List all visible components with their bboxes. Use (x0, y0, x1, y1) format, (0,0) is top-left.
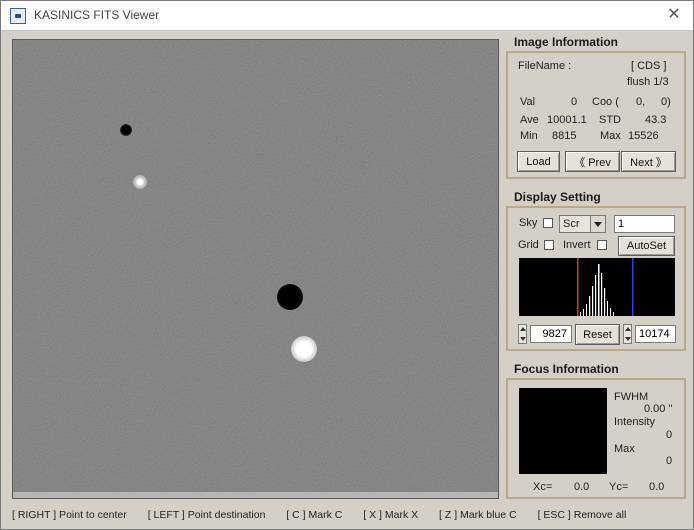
histogram-bar (601, 273, 603, 316)
low-value-input[interactable] (530, 325, 572, 343)
val-label: Val (520, 96, 536, 108)
filename-label: FileName : (518, 60, 572, 72)
histogram-bar (595, 275, 597, 316)
panel-title: Focus Information (514, 362, 619, 376)
frame-value: flush 1/3 (627, 76, 669, 88)
histogram-bar (607, 301, 608, 316)
histogram-bar (586, 304, 587, 316)
bright-star (291, 336, 317, 362)
title-bar: KASINICS FITS Viewer ✕ (1, 1, 693, 31)
hint-key-esc: [ ESC ] Remove all (537, 509, 627, 521)
xc-label: Xc= (533, 481, 553, 493)
histogram-bar (580, 312, 581, 316)
dropdown-arrow-icon (590, 216, 605, 232)
min-value: 8815 (552, 130, 577, 142)
prev-button[interactable]: 《 Prev (565, 151, 620, 172)
histogram-low-marker[interactable] (577, 258, 579, 316)
hint-key-x: [ X ] Mark X (363, 509, 419, 521)
image-noise-texture (13, 40, 498, 498)
max-value: 0 (666, 455, 673, 467)
dark-spot (277, 284, 303, 310)
close-icon[interactable]: ✕ (663, 4, 685, 26)
scale-select[interactable]: Scr (559, 215, 606, 233)
hint-left-click: [ LEFT ] Point destination (147, 509, 266, 521)
scale-select-value: Scr (563, 218, 580, 230)
window-title: KASINICS FITS Viewer (34, 8, 160, 22)
image-information-panel: Image Information FileName : [ CDS ] flu… (506, 35, 686, 179)
sky-checkbox[interactable] (543, 218, 553, 228)
intensity-label: Intensity (614, 416, 655, 428)
coo-y-value: 0) (661, 96, 671, 108)
invert-label: Invert (563, 239, 591, 251)
histogram-bar (589, 296, 591, 316)
histogram-bar (604, 288, 606, 316)
val-value: 0 (571, 96, 578, 108)
std-value: 43.3 (645, 114, 667, 126)
xc-value: 0.0 (574, 481, 590, 493)
histogram-bar (610, 308, 611, 316)
ave-value: 10001.1 (547, 114, 587, 126)
hint-key-z: [ Z ] Mark blue C (439, 509, 517, 521)
panel-title: Image Information (514, 35, 619, 49)
load-button[interactable]: Load (517, 151, 560, 172)
display-setting-panel: Display Setting Sky Scr Grid Invert Auto… (506, 190, 686, 351)
coo-x-value: 0, (636, 96, 646, 108)
sky-label: Sky (519, 217, 538, 229)
high-value-spinner[interactable] (623, 324, 632, 344)
scale-value-input[interactable] (614, 215, 675, 233)
app-window-icon (10, 8, 26, 24)
max-label: Max (614, 443, 635, 455)
autoset-button[interactable]: AutoSet (618, 236, 675, 256)
grid-label: Grid (518, 239, 539, 251)
coo-label: Coo ( (592, 96, 619, 108)
fwhm-value: 0.00 " (644, 403, 673, 415)
focus-information-panel: Focus Information FWHM 0.00 " Intensity … (506, 362, 686, 499)
fwhm-label: FWHM (614, 391, 649, 403)
yc-label: Yc= (609, 481, 629, 493)
next-button[interactable]: Next 》 (621, 151, 676, 172)
keyboard-hint-bar: [ RIGHT ] Point to center [ LEFT ] Point… (12, 509, 692, 525)
grid-checkbox[interactable] (544, 240, 554, 250)
std-label: STD (599, 114, 621, 126)
min-label: Min (520, 130, 538, 142)
low-value-spinner[interactable] (518, 324, 527, 344)
high-value-input[interactable] (635, 325, 676, 343)
max-label: Max (600, 130, 621, 142)
hint-right-click: [ RIGHT ] Point to center (12, 509, 127, 521)
histogram[interactable] (519, 258, 675, 316)
histogram-bar (583, 309, 584, 316)
yc-value: 0.0 (649, 481, 665, 493)
dark-spot (120, 124, 132, 136)
panel-title: Display Setting (514, 190, 601, 204)
filename-value: [ CDS ] (631, 60, 667, 72)
histogram-bar (598, 264, 600, 316)
hint-key-c: [ C ] Mark C (286, 509, 343, 521)
histogram-bar (592, 286, 594, 316)
invert-checkbox[interactable] (597, 240, 607, 250)
fits-image-canvas[interactable] (12, 39, 499, 499)
max-value: 15526 (628, 130, 659, 142)
histogram-bar (613, 312, 614, 316)
histogram-high-marker[interactable] (632, 258, 634, 316)
ave-label: Ave (520, 114, 539, 126)
bright-star (133, 175, 147, 189)
intensity-value: 0 (666, 429, 673, 441)
histogram-plot (577, 258, 634, 316)
focus-preview (519, 388, 607, 474)
reset-button[interactable]: Reset (575, 324, 620, 345)
app-window: KASINICS FITS Viewer ✕ Image Information… (0, 0, 694, 530)
